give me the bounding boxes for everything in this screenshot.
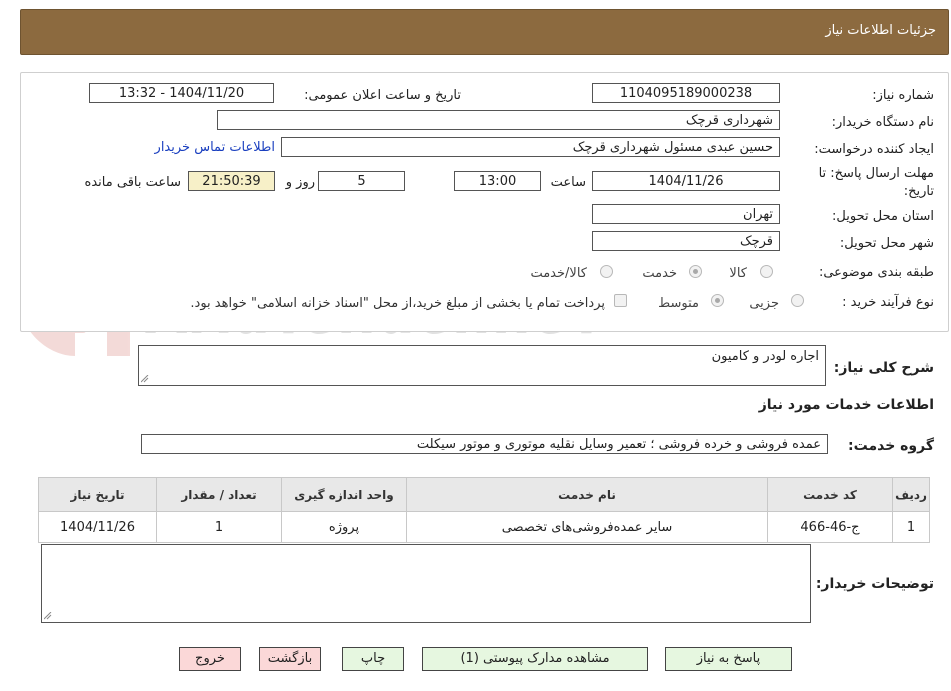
days-field: 5 xyxy=(318,171,405,191)
services-section-title: اطلاعات خدمات مورد نیاز xyxy=(758,397,934,413)
back-button[interactable]: بازگشت xyxy=(259,647,321,671)
cell-unit: پروژه xyxy=(281,511,407,543)
cell-service-code: ج-46-466 xyxy=(767,511,893,543)
announce-date-field: 1404/11/20 - 13:32 xyxy=(89,83,274,103)
page-header: جزئیات اطلاعات نیاز xyxy=(20,9,949,55)
remaining-time-field: 21:50:39 xyxy=(188,171,275,191)
service-group-label: گروه خدمت: xyxy=(848,438,934,454)
buyer-contact-link[interactable]: اطلاعات تماس خریدار xyxy=(155,140,275,155)
category-radio-goods-service[interactable] xyxy=(600,265,613,278)
process-label: نوع فرآیند خرید : xyxy=(842,295,934,310)
description-label: شرح کلی نیاز: xyxy=(833,360,934,376)
province-field: تهران xyxy=(592,204,780,224)
treasury-note: پرداخت تمام یا بخشی از مبلغ خرید،از محل … xyxy=(190,296,605,311)
category-option-goods: کالا xyxy=(729,266,747,281)
deadline-date-field: 1404/11/26 xyxy=(592,171,780,191)
print-button[interactable]: چاپ xyxy=(342,647,404,671)
col-service-name: نام خدمت xyxy=(406,477,768,512)
days-label: روز و xyxy=(285,175,315,190)
services-table: ردیف کد خدمت نام خدمت واحد اندازه گیری ت… xyxy=(38,477,930,543)
buyer-org-label: نام دستگاه خریدار: xyxy=(831,115,934,130)
col-unit: واحد اندازه گیری xyxy=(281,477,407,512)
need-number-field: 1104095189000238 xyxy=(592,83,780,103)
announce-date-label: تاریخ و ساعت اعلان عمومی: xyxy=(304,88,461,103)
deadline-time-field: 13:00 xyxy=(454,171,541,191)
exit-button[interactable]: خروج xyxy=(179,647,241,671)
category-option-service: خدمت xyxy=(642,266,677,281)
resize-handle-icon[interactable] xyxy=(44,612,52,620)
buyer-org-field: شهرداری قرچک xyxy=(217,110,780,130)
creator-label: ایجاد کننده درخواست: xyxy=(814,142,934,157)
process-option-minor: جزیی xyxy=(749,296,779,311)
table-header-row: ردیف کد خدمت نام خدمت واحد اندازه گیری ت… xyxy=(38,477,930,512)
cell-row: 1 xyxy=(892,511,930,543)
cell-service-name: سایر عمده‌فروشی‌های تخصصی xyxy=(406,511,768,543)
deadline-label-date: تاریخ: xyxy=(903,184,934,199)
buyer-notes-label: توضیحات خریدار: xyxy=(815,576,934,592)
province-label: استان محل تحویل: xyxy=(832,209,934,224)
reply-button[interactable]: پاسخ به نیاز xyxy=(665,647,792,671)
creator-field: حسین عبدی مسئول شهرداری قرچک xyxy=(281,137,780,157)
category-label: طبقه بندی موضوعی: xyxy=(818,265,934,280)
process-option-medium: متوسط xyxy=(658,296,699,311)
treasury-checkbox[interactable] xyxy=(614,294,627,307)
cell-need-date: 1404/11/26 xyxy=(38,511,157,543)
page-title: جزئیات اطلاعات نیاز xyxy=(825,23,936,38)
col-quantity: تعداد / مقدار xyxy=(156,477,282,512)
need-number-label: شماره نیاز: xyxy=(872,88,934,103)
category-radio-goods[interactable] xyxy=(760,265,773,278)
service-group-field: عمده فروشی و خرده فروشی ؛ تعمیر وسایل نق… xyxy=(141,434,828,454)
col-service-code: کد خدمت xyxy=(767,477,893,512)
process-radio-minor[interactable] xyxy=(791,294,804,307)
resize-handle-icon[interactable] xyxy=(141,375,149,383)
col-row: ردیف xyxy=(892,477,930,512)
deadline-time-label: ساعت xyxy=(550,175,586,190)
col-need-date: تاریخ نیاز xyxy=(38,477,157,512)
category-option-goods-service: کالا/خدمت xyxy=(530,266,587,281)
attachments-button[interactable]: مشاهده مدارک پیوستی (1) xyxy=(422,647,648,671)
city-field: قرچک xyxy=(592,231,780,251)
description-textarea[interactable]: اجاره لودر و کامیون xyxy=(138,345,826,386)
category-radio-service[interactable] xyxy=(689,265,702,278)
table-row: 1 ج-46-466 سایر عمده‌فروشی‌های تخصصی پرو… xyxy=(38,511,930,543)
deadline-label: مهلت ارسال پاسخ: تا xyxy=(818,166,934,181)
buyer-notes-textarea[interactable] xyxy=(41,544,811,623)
cell-quantity: 1 xyxy=(156,511,282,543)
process-radio-medium[interactable] xyxy=(711,294,724,307)
remaining-time-label: ساعت باقی مانده xyxy=(84,175,181,190)
description-text: اجاره لودر و کامیون xyxy=(711,349,819,364)
city-label: شهر محل تحویل: xyxy=(839,236,934,251)
